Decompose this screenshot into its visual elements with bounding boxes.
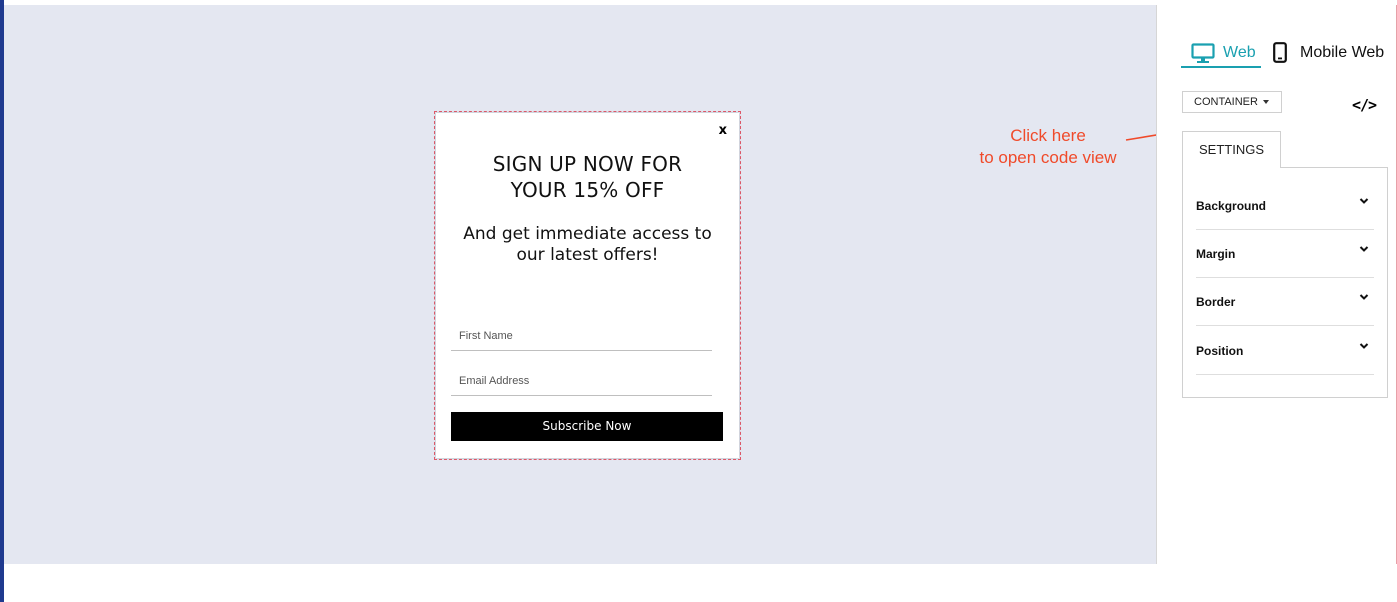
popup-headline-line1: SIGN UP NOW FOR — [492, 152, 683, 176]
accordion-border[interactable]: Border — [1196, 278, 1374, 326]
annotation-line1: Click here — [1010, 126, 1086, 145]
popup-headline: SIGN UP NOW FOR YOUR 15% OFF — [436, 151, 739, 203]
tab-web-label: Web — [1223, 44, 1256, 61]
code-view-icon[interactable]: </> — [1352, 96, 1377, 114]
email-address-field[interactable]: Email Address — [451, 372, 712, 396]
chevron-down-icon — [1359, 246, 1369, 252]
accordion-border-label: Border — [1196, 295, 1236, 309]
tab-web[interactable]: Web — [1181, 40, 1261, 68]
accordion-position[interactable]: Position — [1196, 327, 1374, 375]
first-name-field[interactable]: First Name — [451, 327, 712, 351]
popup-close-button[interactable]: x — [719, 123, 727, 138]
accordion-margin[interactable]: Margin — [1196, 230, 1374, 278]
accordion-background[interactable]: Background — [1196, 182, 1374, 230]
popup-subheadline-line2: our latest offers! — [516, 245, 659, 265]
container-dropdown[interactable]: CONTAINER — [1182, 91, 1282, 113]
annotation-line2: to open code view — [979, 148, 1117, 167]
popup-subheadline: And get immediate access to our latest o… — [436, 224, 739, 266]
tab-mobile-web[interactable]: Mobile Web — [1273, 40, 1397, 66]
chevron-down-icon — [1359, 294, 1369, 300]
chevron-down-icon — [1359, 343, 1369, 349]
accordion-position-label: Position — [1196, 344, 1244, 358]
chevron-down-icon — [1359, 198, 1369, 204]
caret-down-icon — [1263, 100, 1269, 104]
accordion-margin-label: Margin — [1196, 247, 1236, 261]
tab-settings[interactable]: SETTINGS — [1182, 131, 1281, 168]
code-view-annotation: Click here to open code view — [962, 125, 1134, 169]
settings-accordion: Background Margin Border Position — [1182, 167, 1388, 398]
phone-icon — [1273, 42, 1287, 63]
accordion-background-label: Background — [1196, 199, 1267, 213]
subscribe-now-button[interactable]: Subscribe Now — [451, 412, 723, 441]
monitor-icon — [1191, 43, 1215, 63]
tab-mobile-web-label: Mobile Web — [1300, 44, 1385, 61]
settings-panel: Web Mobile Web CONTAINER </> SETTINGS Ba… — [1156, 5, 1397, 564]
popup-headline-line2: YOUR 15% OFF — [510, 178, 665, 202]
signup-popup[interactable]: x SIGN UP NOW FOR YOUR 15% OFF And get i… — [436, 113, 739, 458]
container-dropdown-label: CONTAINER — [1194, 96, 1258, 108]
popup-subheadline-line1: And get immediate access to — [463, 224, 712, 244]
